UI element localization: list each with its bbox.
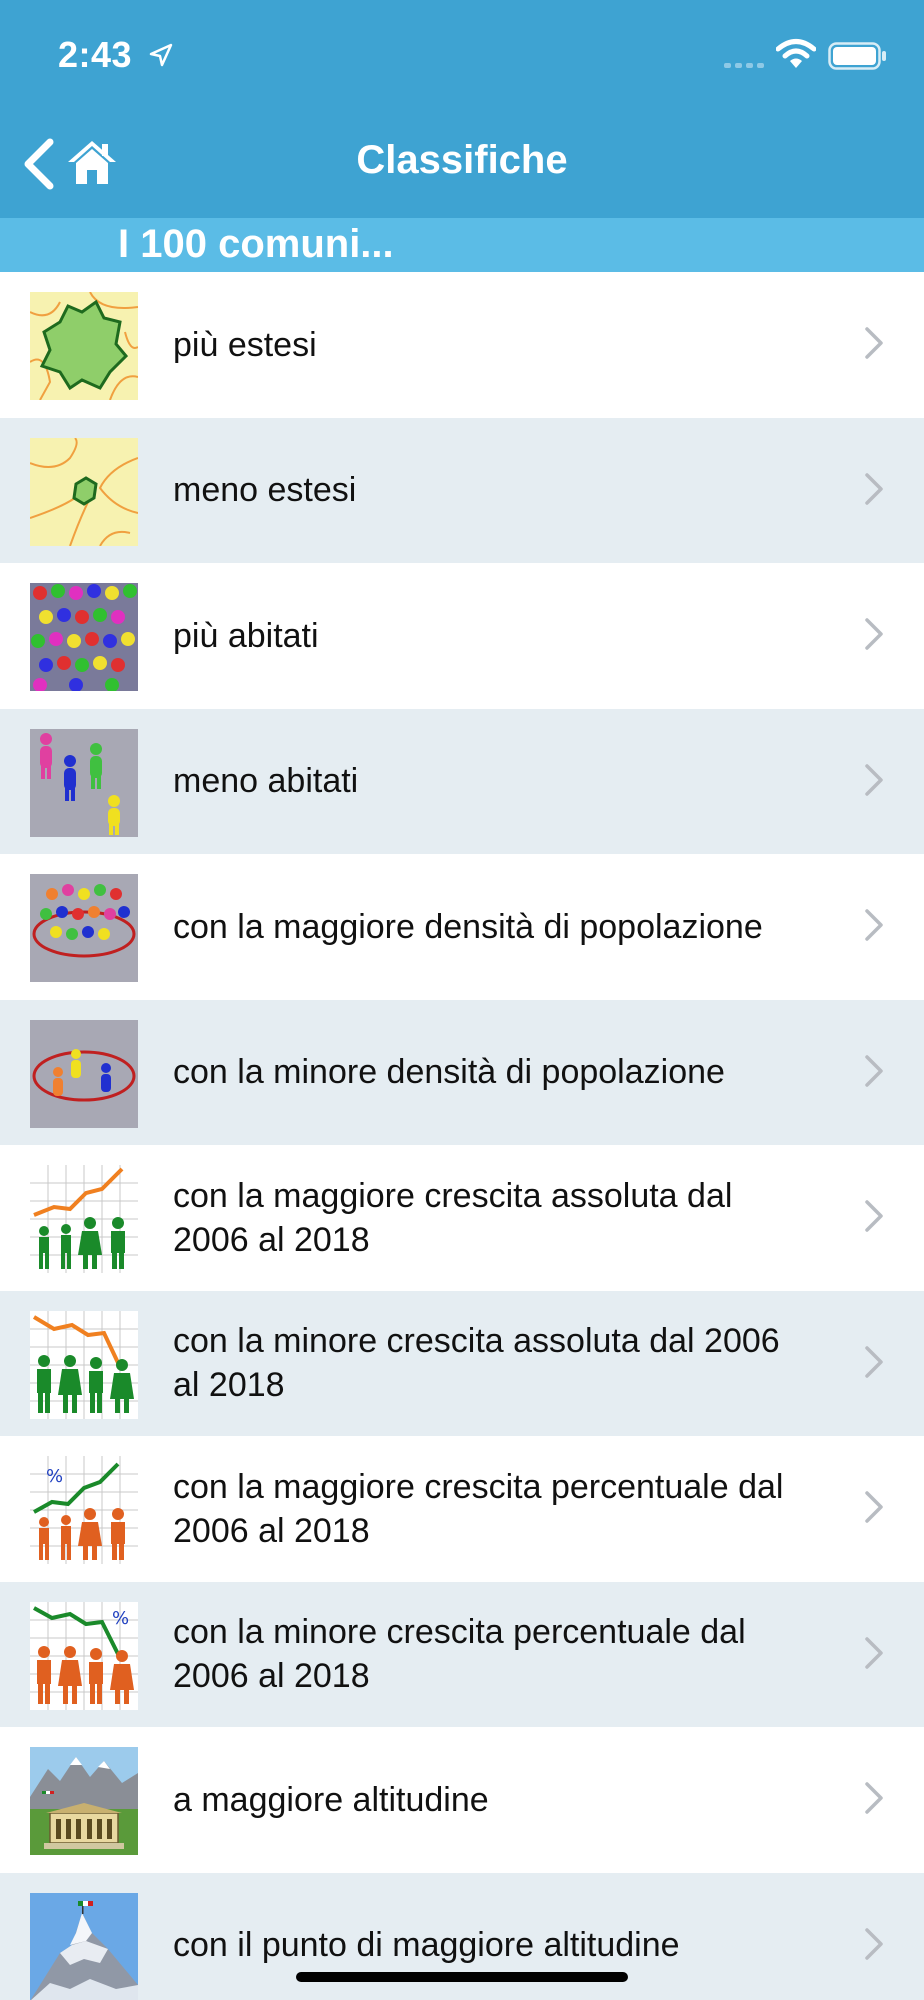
list-item-label: con la maggiore crescita assoluta dal 20… (173, 1176, 733, 1259)
list-item-maggiore-altitudine[interactable]: a maggiore altitudine (0, 1727, 924, 1873)
list-item-label: a maggiore altitudine (173, 1780, 489, 1819)
list-item-minore-crescita-percentuale[interactable]: % con la minore crescita percentuale dal… (0, 1581, 924, 1727)
chevron-right-icon (865, 909, 883, 941)
list-item-minore-densita[interactable]: con la minore densità di popolazione (0, 999, 924, 1145)
crowd-icon (30, 583, 138, 691)
chevron-right-icon (865, 472, 883, 505)
chevron-right-icon (865, 1200, 883, 1232)
growth-chart-icon (30, 1165, 138, 1273)
decline-chart-icon (30, 1310, 138, 1419)
list-item-maggiore-crescita-percentuale[interactable]: % con la maggiore crescita percentuale d… (0, 1436, 924, 1582)
chevron-right-icon (865, 1927, 883, 1960)
navigation-bar: Classifiche (0, 110, 924, 218)
location-arrow-icon (149, 43, 173, 67)
list-item-piu-abitati[interactable]: più abitati (0, 563, 924, 709)
list-item-maggiore-densita[interactable]: con la maggiore densità di popolazione (0, 854, 924, 1000)
mountain-townhall-icon (30, 1747, 138, 1855)
status-bar: 2:43 (0, 0, 924, 110)
chevron-right-icon (865, 1636, 883, 1669)
dense-crowd-icon (30, 874, 138, 982)
list-item-label: meno abitati (173, 762, 359, 800)
page-title: Classifiche (356, 138, 568, 182)
ranking-list: più estesi meno estesi più abitati meno … (0, 272, 924, 2000)
battery-icon (828, 42, 886, 70)
few-people-icon (30, 728, 138, 837)
chevron-right-icon (865, 763, 883, 796)
sparse-crowd-icon (30, 1019, 138, 1128)
list-item-label: con la maggiore densità di popolazione (173, 907, 763, 946)
map-small-area-icon (30, 437, 138, 546)
section-title: I 100 comuni... (118, 222, 394, 266)
list-item-meno-estesi[interactable]: meno estesi (0, 417, 924, 563)
chevron-right-icon (865, 1782, 883, 1814)
svg-text:%: % (46, 1466, 63, 1487)
map-large-area-icon (30, 292, 138, 400)
list-item-piu-estesi[interactable]: più estesi (0, 272, 924, 418)
percent-decline-icon: % (30, 1601, 138, 1710)
list-item-label: meno estesi (173, 471, 357, 509)
percent-growth-icon: % (30, 1456, 138, 1564)
list-item-meno-abitati[interactable]: meno abitati (0, 708, 924, 854)
list-item-label: più abitati (173, 616, 319, 655)
list-item-label: con la minore crescita percentuale dal 2… (173, 1613, 746, 1695)
list-item-label: più estesi (173, 325, 317, 364)
list-item-minore-crescita-assoluta[interactable]: con la minore crescita assoluta dal 2006… (0, 1290, 924, 1436)
home-indicator[interactable] (296, 1972, 628, 1982)
section-header: I 100 comuni... (0, 218, 924, 272)
status-time: 2:43 (58, 34, 133, 75)
svg-text:%: % (112, 1608, 129, 1629)
list-item-label: con la minore crescita assoluta dal 2006… (173, 1322, 780, 1404)
chevron-right-icon (865, 327, 883, 359)
list-item-label: con la maggiore crescita percentuale dal… (173, 1467, 784, 1550)
cellular-signal-icon (724, 63, 764, 68)
mountain-peak-icon (30, 1892, 138, 2000)
list-item-maggiore-crescita-assoluta[interactable]: con la maggiore crescita assoluta dal 20… (0, 1145, 924, 1291)
chevron-right-icon (865, 1491, 883, 1523)
list-item-label: con la minore densità di popolazione (173, 1053, 725, 1091)
chevron-right-icon (865, 1345, 883, 1378)
chevron-right-icon (865, 1054, 883, 1087)
wifi-icon (776, 39, 816, 68)
chevron-right-icon (865, 618, 883, 650)
